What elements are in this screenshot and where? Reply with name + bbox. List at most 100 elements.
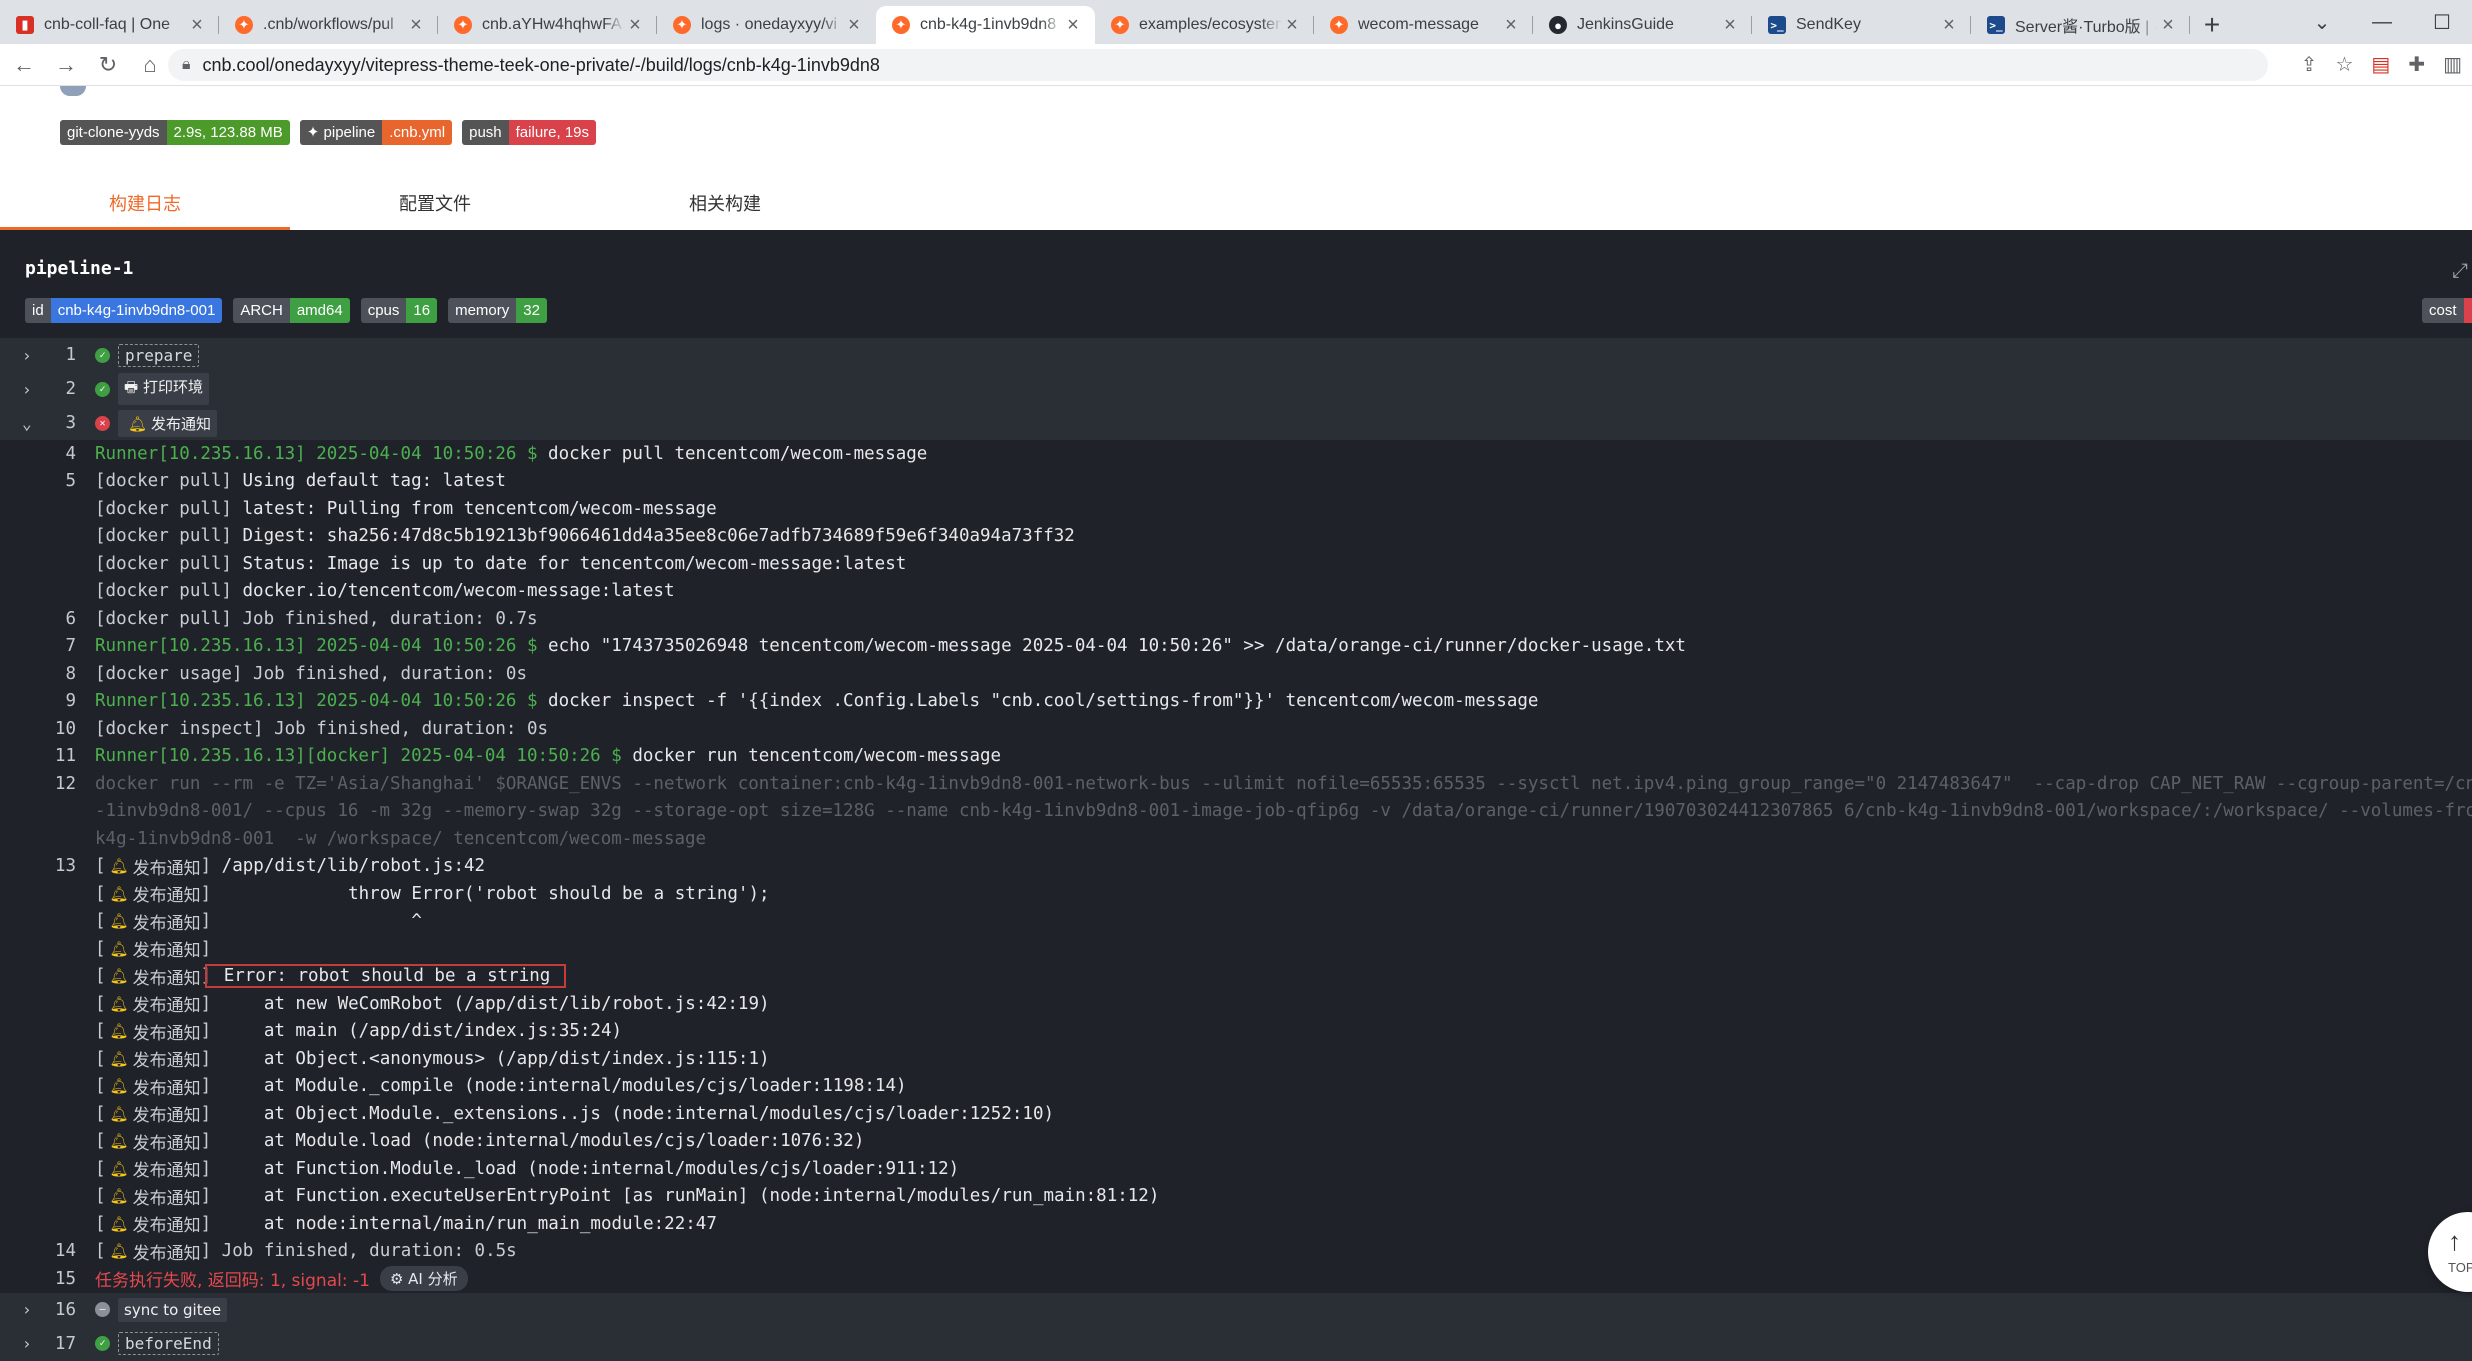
failure-message: 任务执行失败, 返回码: 1, signal: -1 [95, 1271, 370, 1292]
share-icon[interactable]: ⇪ [2301, 52, 2318, 77]
terminal-icon: >_ [1768, 16, 1786, 34]
close-tab-icon[interactable]: × [1939, 14, 1959, 37]
browser-tab[interactable]: ● JenkinsGuide × [1533, 6, 1752, 44]
log-line: 10 [docker inspect] Job finished, duratio… [54, 718, 549, 739]
log-line: k4g-1invb9dn8-001 -w /workspace/ tencent… [95, 828, 707, 849]
meta-cost: cost [2422, 298, 2472, 323]
log-line: 5 [docker pull] Using default tag: latest [65, 471, 506, 492]
meta-id: id cnb-k4g-1invb9dn8-001 [25, 298, 223, 323]
step-row-before-end[interactable]: › 17 ✓ beforeEnd [0, 1326, 2472, 1361]
log-line: [🔔︎ 发布通知] at Module._compile (node:intern… [95, 1076, 907, 1099]
bell-icon: 🔔︎ [109, 1159, 129, 1178]
success-icon: ✓ [95, 381, 110, 397]
close-tab-icon[interactable]: × [1501, 14, 1521, 37]
browser-toolbar: ← → ↻ ⌂ 🔒︎ cnb.cool/onedayxyy/vitepress-… [0, 44, 2472, 86]
meta-cpus: cpus 16 [360, 298, 438, 323]
sidepanel-icon[interactable]: ▥ [2443, 52, 2462, 77]
tab-related-builds[interactable]: 相关构建 [580, 180, 870, 230]
browser-tab[interactable]: ✦ wecom-message × [1314, 6, 1533, 44]
chevron-right-icon[interactable]: › [22, 380, 38, 399]
expand-icon[interactable]: ⤢ [2452, 260, 2468, 283]
pipeline-title: pipeline-1 [25, 258, 134, 279]
forward-icon[interactable]: → [48, 47, 84, 83]
log-line: [🔔︎ 发布通知] at Function.executeUserEntryPoi… [95, 1186, 1160, 1209]
log-line: [🔔︎ 发布通知] at Object.<anonymous> (/app/dis… [95, 1048, 770, 1072]
log-line: [docker pull] Digest: sha256:47d8c5b1921… [95, 526, 1075, 547]
chevron-down-icon[interactable]: ⌄ [22, 414, 38, 433]
log-lines: › 1 ✓ prepare › 2 ✓ 🖶 打印环境 ⌄ 3 ✕ 🔔︎ 发布通知 4 Runner[1… [0, 338, 2472, 1361]
build-header: git-clone-yyds 2.9s, 123.88 MB ✦ pipeline… [0, 86, 2472, 230]
reload-icon[interactable]: ↻ [90, 47, 126, 83]
bell-icon: 🔔︎ [109, 1242, 129, 1261]
fail-icon: ✕ [95, 415, 110, 431]
puzzle-icon[interactable]: ✚ [2408, 52, 2425, 77]
meta-memory: memory 32 [448, 298, 547, 323]
minimize-icon[interactable]: — [2352, 0, 2412, 44]
log-line: 14[🔔︎ 发布通知] Job finished, duration: 0.5s [54, 1241, 517, 1264]
browser-tab[interactable]: ✦ examples/ecosysten × [1095, 6, 1314, 44]
star-icon[interactable]: ☆ [2335, 52, 2353, 77]
log-line: 11 Runner[10.235.16.13][docker] 2025-04-0… [54, 746, 1002, 767]
success-icon: ✓ [95, 1336, 110, 1351]
tab-config-file[interactable]: 配置文件 [290, 180, 580, 230]
bell-icon: 🔔︎ [109, 939, 129, 958]
log-line: 13[🔔︎ 发布通知] /app/dist/lib/robot.js:42 [54, 856, 486, 879]
ai-analyze-button[interactable]: ⚙ AI 分析 [379, 1266, 468, 1292]
bell-icon: 🔔︎ [109, 1049, 129, 1068]
success-icon: ✓ [95, 347, 110, 363]
browser-tab[interactable]: >_ SendKey × [1752, 6, 1971, 44]
close-tab-icon[interactable]: × [844, 14, 864, 37]
browser-tab[interactable]: >_ Server酱·Turbo版 | · × [1971, 6, 2190, 44]
badge-push-status: push failure, 19s [462, 120, 597, 145]
log-line: [🔔︎ 发布通知] [95, 938, 212, 962]
close-tab-icon[interactable]: × [406, 14, 426, 37]
badge-pipeline[interactable]: ✦ pipeline .cnb.yml [299, 120, 453, 145]
terminal-icon: >_ [1987, 16, 2005, 34]
browser-tab[interactable]: ▮ cnb-coll-faq | One × [0, 6, 219, 44]
log-line: 4 Runner[10.235.16.13] 2025-04-04 10:50:2… [65, 443, 928, 464]
pipeline-meta: id cnb-k4g-1invb9dn8-001 ARCH amd64 cpus 16… [25, 298, 547, 323]
skipped-icon: – [95, 1302, 110, 1317]
address-bar[interactable]: 🔒︎ cnb.cool/onedayxyy/vitepress-theme-te… [168, 49, 2268, 81]
browser-tab-strip: ▮ cnb-coll-faq | One × ✦ .cnb/workflows/pul… [0, 0, 2472, 44]
bell-icon: 🔔︎ [109, 1187, 129, 1206]
step-row-sync-gitee[interactable]: › 16– sync to gitee [0, 1292, 2472, 1327]
build-tabs: 构建日志 配置文件 相关构建 [0, 180, 870, 230]
close-tab-icon[interactable]: × [1063, 14, 1083, 37]
browser-tab[interactable]: ✦ .cnb/workflows/pul × [219, 6, 438, 44]
browser-tab[interactable]: ✦ cnb.aYHw4hqhwFA × [438, 6, 657, 44]
chevron-right-icon[interactable]: › [22, 346, 38, 365]
close-tab-icon[interactable]: × [625, 14, 645, 37]
log-line: [🔔︎ 发布通知] throw Error('robot should be a … [95, 883, 770, 907]
log-line: 8 [docker usage] Job finished, duration: … [65, 663, 527, 684]
browser-tab[interactable]: ✦ logs · onedayxyy/vi × [657, 6, 876, 44]
extension-red-icon[interactable]: ▤ [2371, 52, 2390, 77]
log-line: [🔔︎ 发布通知] at node:internal/main/run_main_… [95, 1213, 717, 1237]
log-line: [🔔︎ 发布通知] at Function.Module._load (node:… [95, 1158, 960, 1182]
chevron-right-icon[interactable]: › [22, 1300, 38, 1319]
step-row-print-env[interactable]: › 2 ✓ 🖶 打印环境 [0, 372, 2472, 406]
back-icon[interactable]: ← [6, 47, 42, 83]
window-controls: ⌄ — ☐ [2292, 0, 2472, 44]
arrow-up-icon: ↑ [2448, 1226, 2461, 1256]
log-panel: pipeline-1 ⤢ id cnb-k4g-1invb9dn8-001 ARC… [0, 230, 2472, 1361]
close-tab-icon[interactable]: × [1282, 14, 1302, 37]
log-line: [🔔︎ 发布通知] at new WeComRobot (/app/dist/li… [95, 993, 770, 1017]
gear-icon: ⚙ [389, 1270, 409, 1289]
step-row-notify[interactable]: ⌄ 3 ✕ 🔔︎ 发布通知 [0, 406, 2472, 440]
step-row-prepare[interactable]: › 1 ✓ prepare [0, 338, 2472, 372]
tab-build-logs[interactable]: 构建日志 [0, 180, 290, 230]
chevron-right-icon[interactable]: › [22, 1334, 38, 1353]
tab-search-icon[interactable]: ⌄ [2292, 0, 2352, 44]
browser-tab-active[interactable]: ✦ cnb-k4g-1invb9dn8 × [876, 6, 1095, 44]
build-badges: git-clone-yyds 2.9s, 123.88 MB ✦ pipeline… [60, 120, 597, 145]
close-tab-icon[interactable]: × [187, 14, 207, 37]
log-line: [🔔︎ 发布通知] at main (/app/dist/index.js:35:… [95, 1021, 623, 1044]
log-line: 12 docker run --rm -e TZ='Asia/Shanghai' … [54, 773, 2472, 794]
close-tab-icon[interactable]: × [2158, 14, 2178, 37]
new-tab-button[interactable]: + [2190, 6, 2234, 44]
maximize-icon[interactable]: ☐ [2412, 0, 2472, 44]
log-line-error: [🔔︎ 发布通知] Error: robot should be a string [0, 963, 2472, 991]
close-tab-icon[interactable]: × [1720, 14, 1740, 37]
home-icon[interactable]: ⌂ [132, 47, 168, 83]
